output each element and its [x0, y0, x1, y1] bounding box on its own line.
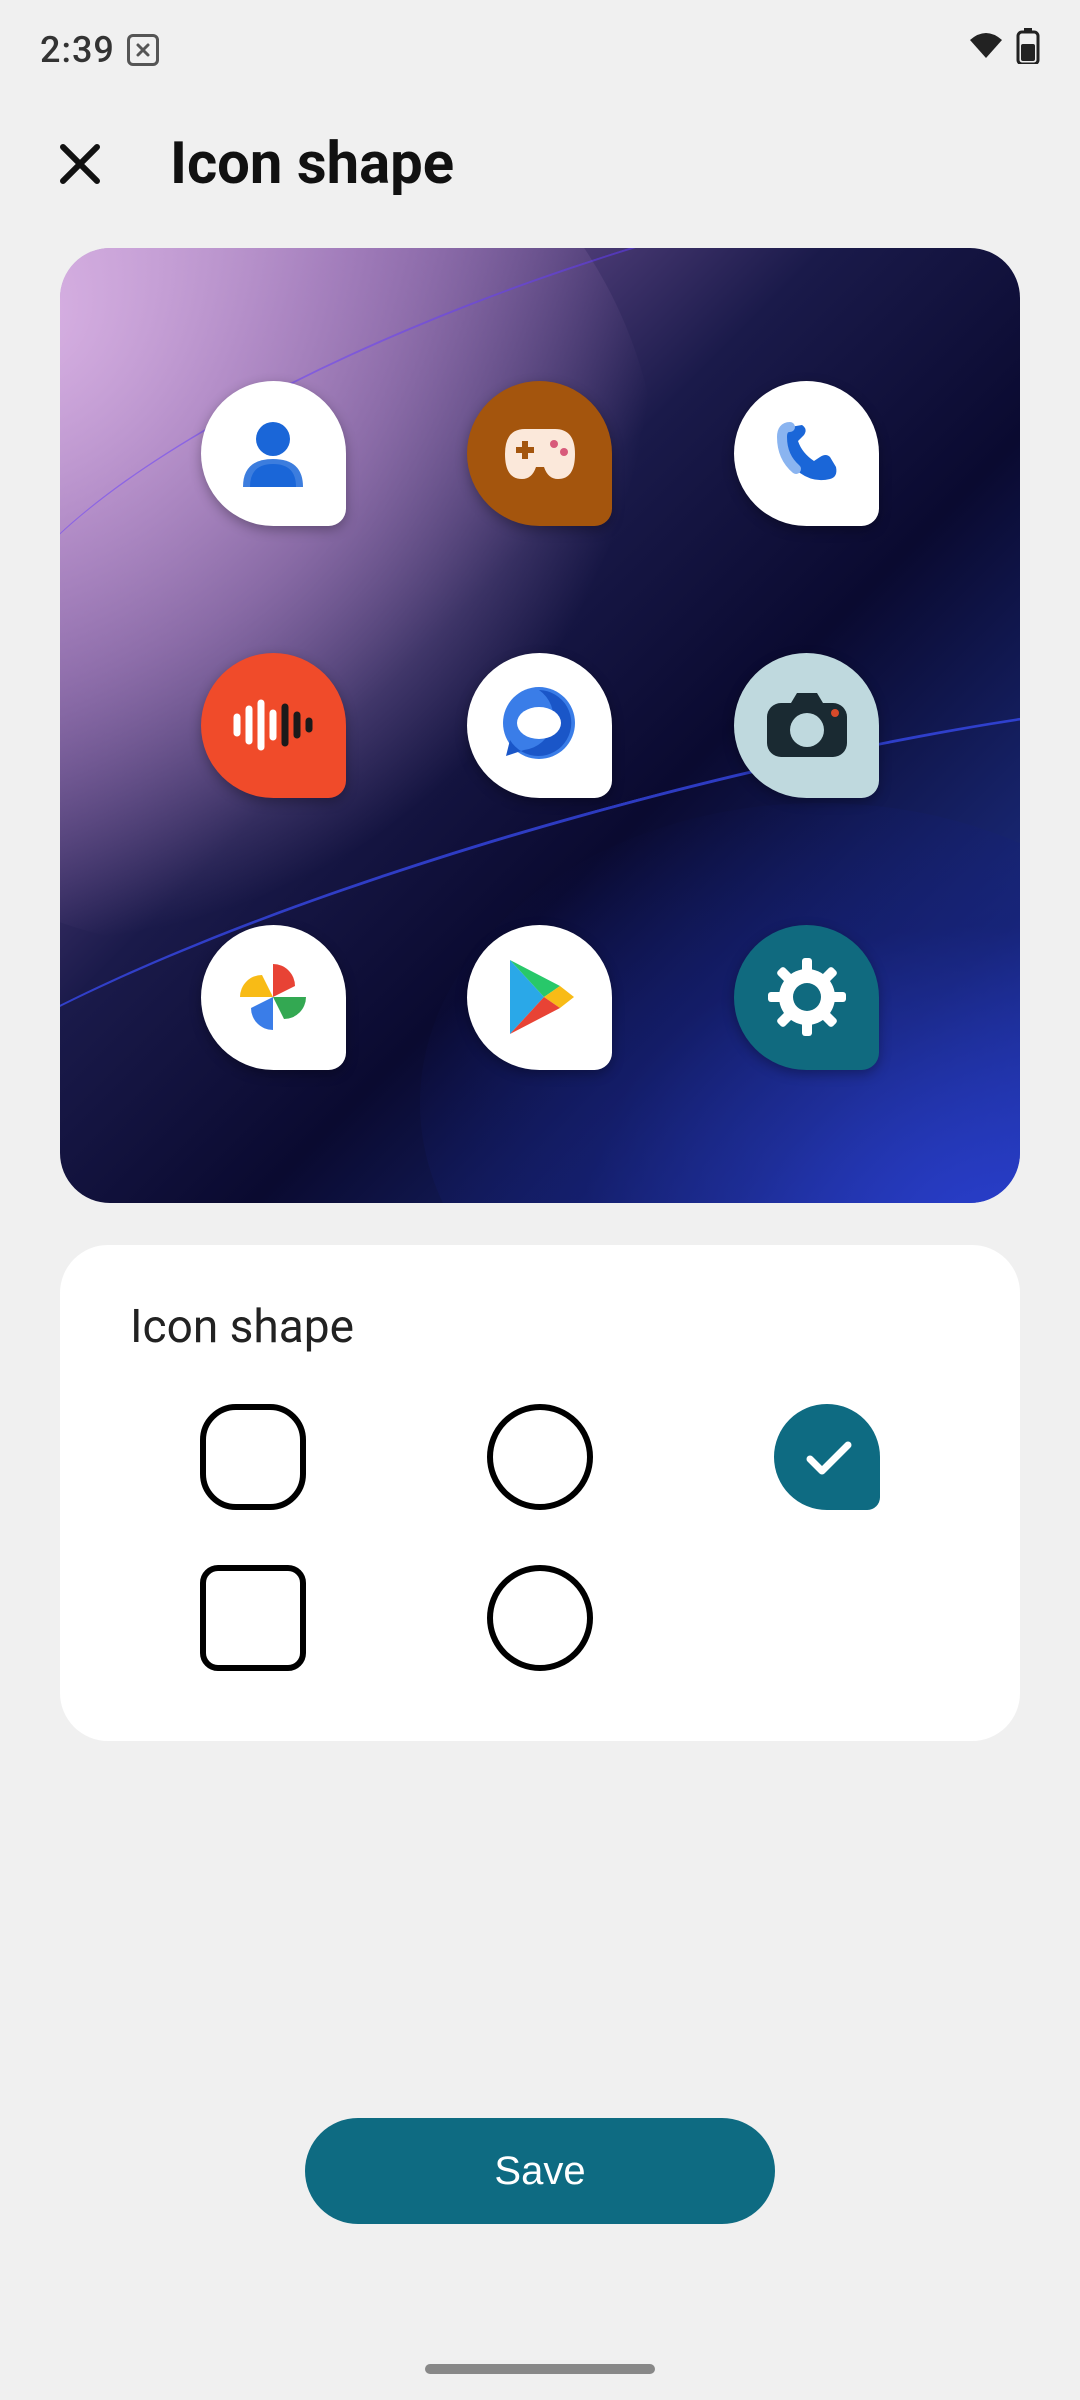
wifi-icon	[966, 29, 1006, 71]
battery-icon	[1016, 28, 1040, 73]
app-icon-camera	[734, 653, 879, 798]
status-left: 2:39	[40, 29, 159, 71]
save-button[interactable]: Save	[305, 2118, 775, 2224]
status-bar: 2:39	[0, 0, 1080, 100]
app-icon-settings	[734, 925, 879, 1070]
app-icon-recorder	[201, 653, 346, 798]
app-icon-contacts	[201, 381, 346, 526]
clock: 2:39	[40, 29, 115, 71]
page-title: Icon shape	[170, 130, 454, 198]
play-icon	[500, 952, 580, 1042]
pinwheel-icon	[228, 952, 318, 1042]
shape-option-squircle[interactable]	[200, 1404, 306, 1510]
shape-options-card: Icon shape	[60, 1245, 1020, 1741]
gamepad-icon	[490, 419, 590, 489]
nav-handle[interactable]	[425, 2364, 655, 2374]
preview-icon-grid	[60, 248, 1020, 1203]
check-icon	[804, 1439, 854, 1479]
app-icon-phone	[734, 381, 879, 526]
header: Icon shape	[0, 100, 1080, 248]
close-button[interactable]	[50, 134, 110, 194]
shape-option-rounded-square[interactable]	[200, 1565, 306, 1671]
close-icon	[55, 139, 105, 189]
shape-option-teardrop[interactable]	[774, 1404, 880, 1510]
camera-icon	[757, 685, 857, 765]
status-right	[966, 28, 1040, 73]
app-icon-messages	[467, 653, 612, 798]
phone-icon	[762, 409, 852, 499]
person-icon	[228, 409, 318, 499]
app-icon-photos	[201, 925, 346, 1070]
chat-icon	[492, 678, 587, 773]
gear-icon	[762, 952, 852, 1042]
shape-grid	[130, 1404, 950, 1671]
soundwave-icon	[223, 695, 323, 755]
app-icon-play-store	[467, 925, 612, 1070]
options-title: Icon shape	[130, 1300, 950, 1354]
shape-option-circle-alt[interactable]	[487, 1565, 593, 1671]
notification-icon	[127, 34, 159, 66]
shape-option-circle[interactable]	[487, 1404, 593, 1510]
app-icon-games	[467, 381, 612, 526]
icon-preview	[60, 248, 1020, 1203]
